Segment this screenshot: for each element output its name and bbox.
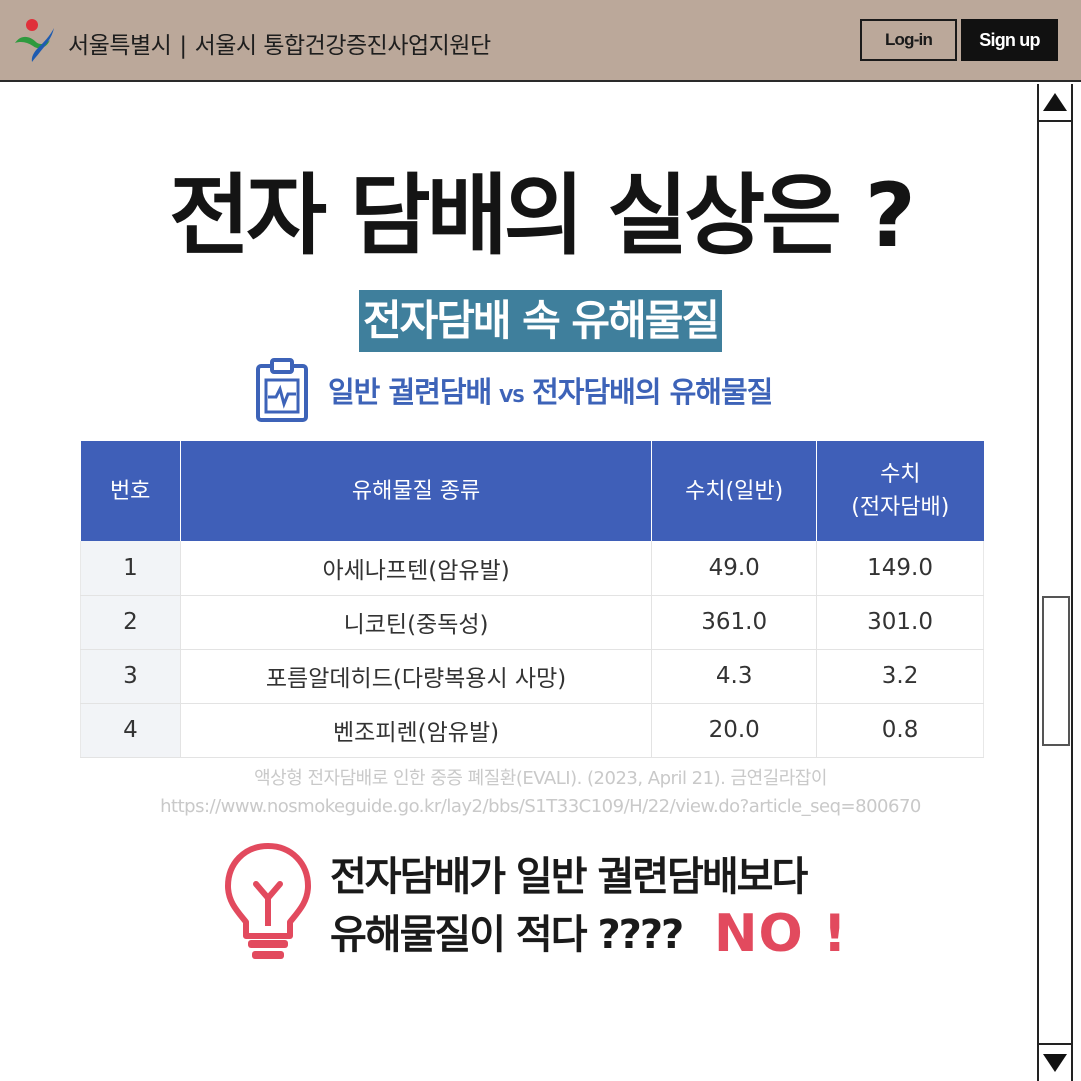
table-row: 4 벤조피렌(암유발) 20.0 0.8 <box>80 703 984 758</box>
title-separator: | <box>179 33 187 59</box>
lightbulb-icon <box>225 843 311 959</box>
cell-value-ecig: 0.8 <box>816 703 984 758</box>
header-value-ecig: 수치 (전자담배) <box>816 441 984 541</box>
source-citation: 액상형 전자담배로 인한 중증 폐질환(EVALI). (2023, April… <box>0 765 1081 821</box>
cell-value-ecig: 3.2 <box>816 649 984 704</box>
cell-value-regular: 49.0 <box>651 541 817 596</box>
cell-value-regular: 361.0 <box>651 595 817 650</box>
site-header: 서울특별시 | 서울시 통합건강증진사업지원단 Log-in Sign up <box>0 0 1081 82</box>
cell-number: 1 <box>80 541 181 596</box>
citation-url[interactable]: https://www.nosmokeguide.go.kr/lay2/bbs/… <box>0 793 1081 821</box>
header-substance: 유해물질 종류 <box>179 441 652 541</box>
scroll-down-button[interactable] <box>1039 1043 1071 1081</box>
cell-value-ecig: 149.0 <box>816 541 984 596</box>
signup-button[interactable]: Sign up <box>961 19 1058 61</box>
org-name: 서울특별시 <box>68 33 172 59</box>
cell-number: 4 <box>80 703 181 758</box>
header-value-ecig-line1: 수치 <box>880 462 921 487</box>
cell-substance: 포름알데히드(다량복용시 사망) <box>179 649 652 704</box>
scroll-up-button[interactable] <box>1039 84 1071 122</box>
cell-substance: 니코틴(중독성) <box>179 595 652 650</box>
conclusion-line-1: 전자담배가 일반 궐련담배보다 <box>330 854 808 900</box>
comparison-heading: 일반 궐련담배 VS 전자담배의 유해물질 <box>254 358 773 422</box>
subtitle-wrapper: 전자담배 속 유해물질 <box>0 290 1081 352</box>
table-row: 3 포름알데히드(다량복용시 사망) 4.3 3.2 <box>80 649 984 704</box>
cell-value-regular: 20.0 <box>651 703 817 758</box>
cell-value-regular: 4.3 <box>651 649 817 704</box>
comparison-left: 일반 궐련담배 <box>328 375 492 409</box>
org-title: 서울특별시 | 서울시 통합건강증진사업지원단 <box>68 26 491 60</box>
scroll-thumb[interactable] <box>1042 596 1070 746</box>
citation-line-1: 액상형 전자담배로 인한 중증 폐질환(EVALI). (2023, April… <box>254 768 827 789</box>
clipboard-health-icon <box>256 358 308 422</box>
cell-number: 3 <box>80 649 181 704</box>
header-number: 번호 <box>80 441 181 541</box>
seoul-logo[interactable] <box>12 16 60 64</box>
cell-value-ecig: 301.0 <box>816 595 984 650</box>
table-row: 1 아세나프텐(암유발) 49.0 149.0 <box>80 541 984 596</box>
header-value-ecig-line2: (전자담배) <box>851 495 950 520</box>
page-subtitle: 전자담배 속 유해물질 <box>358 290 722 352</box>
login-button[interactable]: Log-in <box>860 19 957 61</box>
table-row: 2 니코틴(중독성) 361.0 301.0 <box>80 595 984 650</box>
harmful-substances-table: 번호 유해물질 종류 수치(일반) 수치 (전자담배) 1 아세나프텐(암유발) … <box>80 441 984 758</box>
cell-number: 2 <box>80 595 181 650</box>
header-value-regular: 수치(일반) <box>651 441 817 541</box>
no-answer: NO ! <box>714 904 848 964</box>
page-title: 전자 담배의 실상은 ? <box>169 164 916 267</box>
comparison-right: 전자담배의 유해물질 <box>532 375 773 409</box>
table-header-row: 번호 유해물질 종류 수치(일반) 수치 (전자담배) <box>80 441 984 541</box>
vs-label: VS <box>499 386 525 407</box>
cell-substance: 아세나프텐(암유발) <box>179 541 652 596</box>
org-subtitle: 서울시 통합건강증진사업지원단 <box>194 33 492 59</box>
triangle-up-icon <box>1043 93 1067 111</box>
comparison-text: 일반 궐련담배 VS 전자담배의 유해물질 <box>328 369 773 411</box>
cell-substance: 벤조피렌(암유발) <box>179 703 652 758</box>
triangle-down-icon <box>1043 1054 1067 1072</box>
